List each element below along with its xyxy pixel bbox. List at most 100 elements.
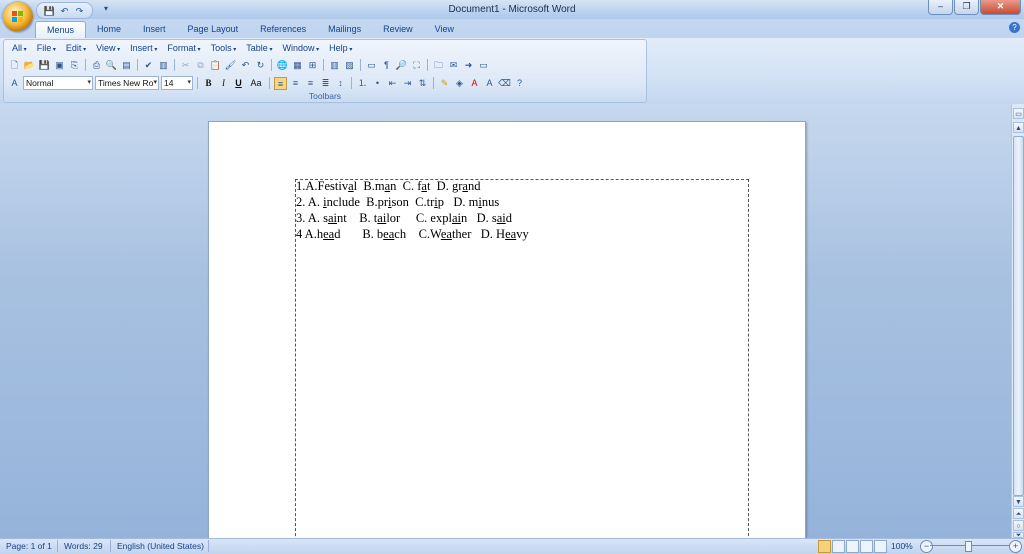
save-icon[interactable]: 💾 (38, 59, 51, 72)
table-icon[interactable]: ▦ (291, 59, 304, 72)
menu-tools[interactable]: Tools (206, 43, 242, 53)
paste-icon[interactable]: 📋 (209, 59, 222, 72)
menu-file[interactable]: File (32, 43, 61, 53)
scroll-up-icon[interactable]: ▲ (1013, 122, 1024, 133)
print-icon[interactable]: ⎙ (90, 59, 103, 72)
columns-icon[interactable]: ▥ (328, 59, 341, 72)
tab-view[interactable]: View (424, 21, 465, 38)
font-name-select[interactable]: Times New Ro (95, 76, 159, 90)
arrow-icon[interactable]: ➜ (462, 59, 475, 72)
spelling-icon[interactable]: ✔ (142, 59, 155, 72)
new-document-icon[interactable]: 🗋 (8, 59, 21, 72)
previous-page-icon[interactable]: ⏶ (1013, 508, 1024, 519)
document-map-icon[interactable]: ▭ (365, 59, 378, 72)
text-box[interactable]: 1.A.Festival B.man C. fat D. grand 2. A. … (295, 179, 749, 538)
change-case-button[interactable]: Aa (247, 77, 265, 90)
copy-icon[interactable]: ⧉ (194, 59, 207, 72)
menu-edit[interactable]: Edit (61, 43, 91, 53)
menu-format[interactable]: Format (162, 43, 205, 53)
tab-references[interactable]: References (249, 21, 317, 38)
drawing-icon[interactable]: ▨ (343, 59, 356, 72)
vertical-scrollbar[interactable]: ▭ ▲ ▼ ⏶ ○ ⏷ (1011, 104, 1024, 539)
justify-icon[interactable]: ≣ (319, 77, 332, 90)
full-screen-icon[interactable]: ⛶ (410, 59, 423, 72)
print-preview-icon[interactable]: 🔍 (105, 59, 118, 72)
help-icon[interactable]: ? (1009, 22, 1020, 33)
page-count[interactable]: Page: 1 of 1 (6, 541, 52, 551)
clear-formatting-icon[interactable]: ⌫ (498, 77, 511, 90)
office-button[interactable] (3, 2, 33, 32)
format-painter-icon[interactable]: 🖌 (224, 59, 237, 72)
envelope-icon[interactable]: ✉ (447, 59, 460, 72)
help-icon[interactable]: ? (513, 77, 526, 90)
show-hide-icon[interactable]: ¶ (380, 59, 393, 72)
tab-home[interactable]: Home (86, 21, 132, 38)
folder-icon[interactable]: 🗀 (432, 59, 445, 72)
menu-all[interactable]: All (7, 43, 32, 53)
full-screen-reading-view-icon[interactable] (832, 540, 845, 553)
permission-icon[interactable]: ▣ (53, 59, 66, 72)
document-line[interactable]: 2. A. include B.prison C.trip D. minus (296, 195, 499, 210)
zoom-slider-thumb[interactable] (965, 541, 972, 552)
menu-help[interactable]: Help (324, 43, 357, 53)
align-center-icon[interactable]: ≡ (289, 77, 302, 90)
redo-icon[interactable]: ↻ (254, 59, 267, 72)
increase-indent-icon[interactable]: ⇥ (401, 77, 414, 90)
zoom-out-button[interactable]: − (920, 540, 933, 553)
ruler-toggle-icon[interactable]: ▭ (1013, 108, 1024, 119)
insert-table-icon[interactable]: ⊞ (306, 59, 319, 72)
tab-menus[interactable]: Menus (35, 21, 87, 39)
menu-view[interactable]: View (91, 43, 125, 53)
select-browse-object-icon[interactable]: ○ (1013, 520, 1024, 531)
menu-table[interactable]: Table (241, 43, 277, 53)
pdf-icon[interactable]: ⎘ (68, 59, 81, 72)
restore-button[interactable]: ❐ (954, 0, 979, 15)
close-button[interactable]: ✕ (980, 0, 1021, 15)
line-spacing-icon[interactable]: ↕ (334, 77, 347, 90)
decrease-indent-icon[interactable]: ⇤ (386, 77, 399, 90)
font-size-select[interactable]: 14 (161, 76, 193, 90)
zoom-in-button[interactable]: + (1009, 540, 1022, 553)
scroll-thumb[interactable] (1013, 136, 1024, 496)
form-icon[interactable]: ▭ (477, 59, 490, 72)
align-left-icon[interactable]: ≡ (274, 76, 287, 90)
print-layout-view-icon[interactable] (818, 540, 831, 553)
open-folder-icon[interactable]: 📂 (23, 59, 36, 72)
italic-button[interactable]: I (217, 77, 230, 90)
tab-mailings[interactable]: Mailings (317, 21, 372, 38)
zoom-icon[interactable]: 🔎 (395, 59, 408, 72)
zoom-level[interactable]: 100% (891, 541, 913, 551)
document-line[interactable]: 3. A. saint B. tailor C. explain D. said (296, 211, 512, 226)
document-page[interactable]: 1.A.Festival B.man C. fat D. grand 2. A. … (208, 121, 806, 538)
align-right-icon[interactable]: ≡ (304, 77, 317, 90)
word-count[interactable]: Words: 29 (64, 541, 103, 551)
numbering-icon[interactable]: ⒈ (356, 77, 369, 90)
styles-icon[interactable]: A (8, 77, 21, 90)
thesaurus-icon[interactable]: ▥ (157, 59, 170, 72)
tab-insert[interactable]: Insert (132, 21, 177, 38)
scroll-down-icon[interactable]: ▼ (1013, 496, 1024, 507)
research-icon[interactable]: ▤ (120, 59, 133, 72)
language-indicator[interactable]: English (United States) (117, 541, 204, 551)
web-layout-view-icon[interactable] (846, 540, 859, 553)
bold-button[interactable]: B (202, 77, 215, 90)
menu-window[interactable]: Window (277, 43, 324, 53)
tab-page-layout[interactable]: Page Layout (177, 21, 250, 38)
document-line[interactable]: 4 A.head B. beach C.Weather D. Heavy (296, 227, 529, 242)
font-color-icon[interactable]: A (468, 77, 481, 90)
cut-icon[interactable]: ✂ (179, 59, 192, 72)
document-line[interactable]: 1.A.Festival B.man C. fat D. grand (296, 179, 480, 194)
draft-view-icon[interactable] (874, 540, 887, 553)
sort-icon[interactable]: ⇅ (416, 77, 429, 90)
tab-review[interactable]: Review (372, 21, 424, 38)
style-select[interactable]: Normal (23, 76, 93, 90)
undo-icon[interactable]: ↶ (239, 59, 252, 72)
text-effects-icon[interactable]: A (483, 77, 496, 90)
outline-view-icon[interactable] (860, 540, 873, 553)
shading-icon[interactable]: ◈ (453, 77, 466, 90)
hyperlink-icon[interactable]: 🌐 (276, 59, 289, 72)
bullets-icon[interactable]: • (371, 77, 384, 90)
underline-button[interactable]: U (232, 77, 245, 90)
menu-insert[interactable]: Insert (125, 43, 162, 53)
minimize-button[interactable]: – (928, 0, 953, 15)
